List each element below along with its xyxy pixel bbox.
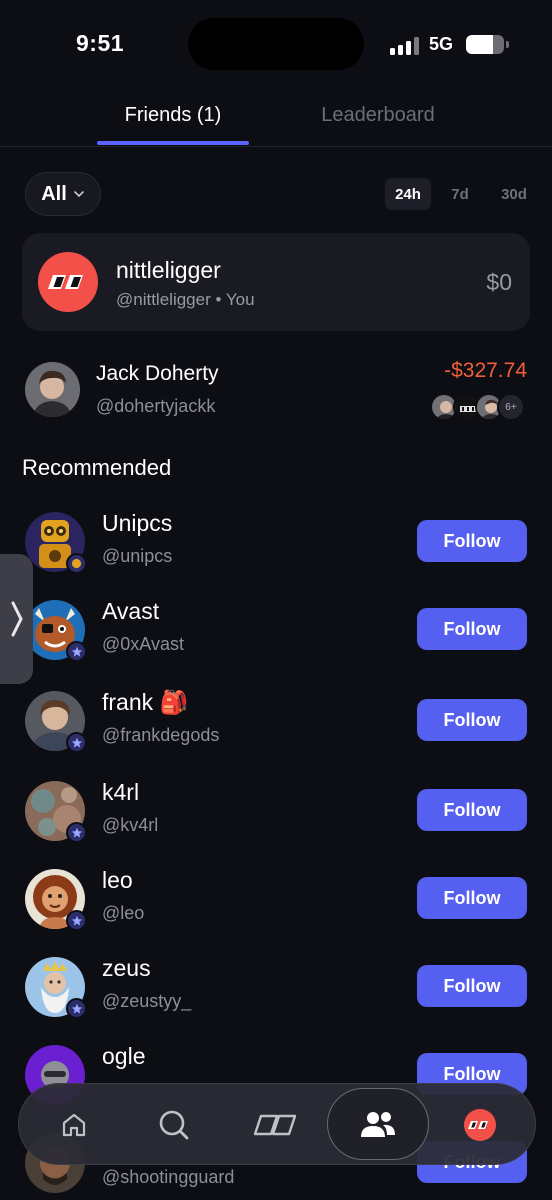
star-badge-icon (66, 732, 87, 753)
recommended-row[interactable]: k4rl @kv4rl Follow (0, 779, 552, 861)
recommended-row[interactable]: zeus @zeustyy_ Follow (0, 955, 552, 1037)
filter-dropdown[interactable]: All (25, 172, 101, 216)
chevron-down-icon (73, 191, 84, 198)
my-name: nittleligger (116, 257, 221, 283)
user-name: zeus (102, 955, 151, 981)
tab-divider (0, 146, 552, 147)
range-30d-button[interactable]: 30d (492, 178, 536, 210)
friend-pnl: -$327.74 (444, 359, 527, 382)
friends-screen: 9:51 5G Friends (1) Leaderboard All 24h … (0, 0, 552, 1200)
recommended-row[interactable]: frank 🎒 @frankdegods Follow (0, 689, 552, 771)
user-name: Unipcs (102, 510, 173, 536)
user-handle: @frankdegods (102, 725, 220, 745)
friend-handle: @dohertyjackk (96, 396, 216, 416)
user-handle: @unipcs (102, 546, 173, 566)
recommended-row[interactable]: Unipcs @unipcs Follow (0, 510, 552, 592)
home-icon (62, 1113, 86, 1137)
my-avatar (38, 252, 98, 312)
user-handle: @kv4rl (102, 815, 159, 835)
tab-leaderboard[interactable]: Leaderboard (298, 104, 458, 127)
user-handle: @leo (102, 903, 145, 923)
signal-icon (390, 37, 420, 55)
follow-button[interactable]: Follow (417, 699, 527, 741)
follow-button[interactable]: Follow (417, 520, 527, 562)
recommended-row[interactable]: Avast @0xAvast Follow (0, 598, 552, 680)
user-handle: @0xAvast (102, 634, 184, 654)
search-icon (159, 1110, 189, 1140)
dynamic-island (188, 18, 364, 70)
user-name: frank 🎒 (102, 689, 189, 715)
logo-icon (48, 275, 83, 289)
star-badge-icon (66, 910, 87, 931)
friend-avatar (25, 362, 80, 417)
friends-icon (361, 1112, 395, 1137)
nav-home[interactable] (33, 1084, 115, 1166)
nav-profile[interactable] (439, 1084, 521, 1166)
side-drawer-handle[interactable] (0, 554, 33, 684)
chevron-right-icon (11, 601, 23, 637)
battery-tip (506, 41, 509, 48)
recommended-row[interactable]: leo @leo Follow (0, 867, 552, 949)
bottom-nav (18, 1083, 536, 1165)
star-badge-icon (66, 822, 87, 843)
follow-button[interactable]: Follow (417, 877, 527, 919)
filter-label: All (41, 182, 67, 205)
nav-search[interactable] (133, 1084, 215, 1166)
user-handle: @shootingguard (102, 1167, 235, 1187)
battery-icon (466, 35, 504, 54)
user-name: ogle (102, 1043, 146, 1069)
status-time: 9:51 (76, 30, 125, 56)
follow-button[interactable]: Follow (417, 608, 527, 650)
tab-friends[interactable]: Friends (1) (98, 104, 248, 127)
follow-button[interactable]: Follow (417, 965, 527, 1007)
user-name: Avast (102, 598, 160, 624)
logo-icon (253, 1114, 297, 1136)
user-handle: @zeustyy_ (102, 991, 192, 1011)
holdings-more-badge: 6+ (497, 393, 525, 421)
friend-name: Jack Doherty (96, 362, 219, 385)
my-handle: @nittleligger • You (116, 290, 255, 309)
follow-button[interactable]: Follow (417, 789, 527, 831)
my-pnl: $0 (486, 269, 512, 295)
nav-home-feed[interactable] (235, 1084, 317, 1166)
nav-friends[interactable] (337, 1084, 419, 1166)
network-label: 5G (429, 34, 454, 54)
range-24h-button[interactable]: 24h (385, 178, 431, 210)
user-name: leo (102, 867, 133, 893)
user-badge-icon (66, 553, 87, 574)
user-name: k4rl (102, 779, 140, 805)
range-7d-button[interactable]: 7d (442, 178, 478, 210)
active-tab-indicator (97, 141, 249, 145)
star-badge-icon (66, 998, 87, 1019)
profile-avatar-icon (464, 1109, 496, 1141)
star-badge-icon (66, 641, 87, 662)
recommended-heading: Recommended (22, 455, 172, 480)
my-profile-card[interactable]: nittleligger @nittleligger • You $0 (22, 233, 530, 331)
